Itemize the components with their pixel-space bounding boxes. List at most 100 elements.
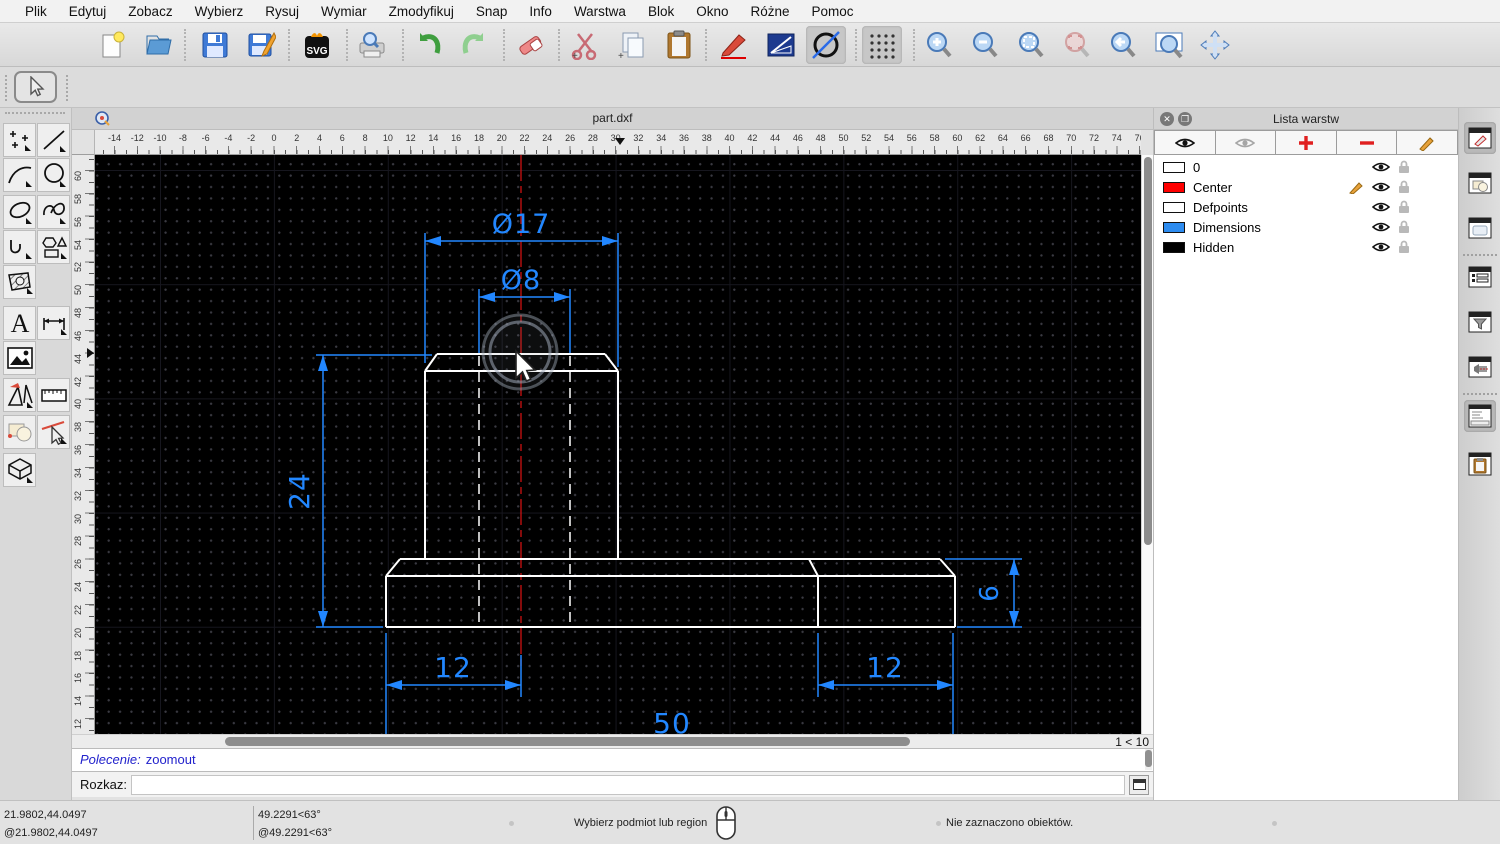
drag-handle[interactable] [5, 112, 65, 114]
history-scrollbar[interactable] [1145, 749, 1152, 770]
text-tool[interactable]: A [3, 306, 36, 340]
redo-icon[interactable] [455, 26, 495, 64]
layer-visibility-icon[interactable] [1372, 241, 1390, 253]
print-preview-icon[interactable] [352, 26, 392, 64]
menu-item[interactable]: Różne [740, 4, 801, 19]
zoom-in-icon[interactable] [919, 26, 959, 64]
zoom-pan-icon[interactable] [1195, 26, 1235, 64]
export-svg-icon[interactable]: SVG [297, 26, 337, 64]
layer-lock-icon[interactable] [1398, 220, 1410, 234]
pen-attributes-icon[interactable] [714, 26, 754, 64]
layer-color-swatch[interactable] [1163, 161, 1185, 173]
menu-item[interactable]: Plik [14, 4, 58, 19]
hatch-tool[interactable] [3, 265, 36, 299]
dimension-tool[interactable] [37, 306, 70, 340]
layer-list-dock-button[interactable] [1464, 122, 1496, 154]
menu-item[interactable]: Snap [465, 4, 519, 19]
history-scrollbar-thumb[interactable] [1145, 750, 1152, 767]
command-widget-dock-button[interactable] [1464, 400, 1496, 432]
layer-visibility-icon[interactable] [1372, 181, 1390, 193]
menu-item[interactable]: Edytuj [58, 4, 118, 19]
entity-list-dock-button[interactable] [1464, 261, 1496, 293]
line-tool[interactable] [37, 123, 70, 157]
zoom-out-icon[interactable] [965, 26, 1005, 64]
layer-visibility-icon[interactable] [1372, 161, 1390, 173]
measure-tool[interactable] [37, 378, 70, 412]
drag-handle[interactable] [5, 75, 7, 101]
layer-row[interactable]: Dimensions [1154, 217, 1458, 237]
undo-icon[interactable] [408, 26, 448, 64]
horizontal-scrollbar[interactable]: 1 < 10 [72, 734, 1153, 749]
entity-filter-dock-button[interactable] [1464, 306, 1496, 338]
vertical-scrollbar-thumb[interactable] [1143, 157, 1152, 545]
layer-color-swatch[interactable] [1163, 221, 1185, 233]
save-as-icon[interactable] [242, 26, 282, 64]
view-3d-dock-button[interactable] [1464, 351, 1496, 383]
layer-lock-icon[interactable] [1398, 180, 1410, 194]
line-attributes-icon[interactable] [761, 26, 801, 64]
menu-item[interactable]: Wybierz [184, 4, 255, 19]
layer-color-swatch[interactable] [1163, 201, 1185, 213]
layer-row[interactable]: 0 [1154, 157, 1458, 177]
library-browser-dock-button[interactable] [1464, 212, 1496, 244]
layer-lock-icon[interactable] [1398, 200, 1410, 214]
save-icon[interactable] [195, 26, 235, 64]
keyboard-toggle-button[interactable] [1129, 774, 1149, 795]
solid-tool[interactable] [3, 453, 36, 487]
select-tool[interactable] [37, 415, 70, 449]
menu-item[interactable]: Zmodyfikuj [378, 4, 465, 19]
polygon-tool[interactable] [37, 230, 70, 264]
spline-tool[interactable] [37, 195, 70, 229]
vertical-scrollbar[interactable] [1141, 155, 1153, 734]
layer-row[interactable]: Center [1154, 177, 1458, 197]
zoom-selection-icon[interactable] [1057, 26, 1097, 64]
grid-toggle-icon[interactable] [862, 26, 902, 64]
drawing-canvas[interactable]: Ø17 Ø8 24 12 12 50 6 [95, 155, 1141, 734]
horizontal-scrollbar-thumb[interactable] [225, 737, 910, 746]
layer-lock-icon[interactable] [1398, 240, 1410, 254]
menu-item[interactable]: Okno [685, 4, 739, 19]
hide-all-layers-button[interactable] [1215, 130, 1277, 155]
image-tool[interactable] [3, 341, 36, 375]
menu-item[interactable]: Blok [637, 4, 685, 19]
drag-handle[interactable] [66, 75, 68, 101]
layer-lock-icon[interactable] [1398, 160, 1410, 174]
open-file-icon[interactable] [140, 26, 180, 64]
menu-item[interactable]: Pomoc [801, 4, 865, 19]
copy-icon[interactable]: + [612, 26, 652, 64]
ellipse-tool[interactable] [3, 195, 36, 229]
edit-layer-button[interactable] [1397, 130, 1458, 155]
add-layer-button[interactable] [1276, 130, 1337, 155]
zoom-previous-icon[interactable] [1103, 26, 1143, 64]
delete-icon[interactable] [510, 26, 550, 64]
clipboard-dock-button[interactable] [1464, 448, 1496, 480]
layer-visibility-icon[interactable] [1372, 221, 1390, 233]
paste-icon[interactable] [659, 26, 699, 64]
menu-item[interactable]: Warstwa [563, 4, 637, 19]
menu-item[interactable]: Zobacz [117, 4, 183, 19]
layer-row[interactable]: Hidden [1154, 237, 1458, 257]
layer-color-swatch[interactable] [1163, 181, 1185, 193]
block-list-dock-button[interactable] [1464, 167, 1496, 199]
new-file-icon[interactable] [93, 26, 133, 64]
cut-icon[interactable]: + [565, 26, 605, 64]
zoom-window-icon[interactable] [1149, 26, 1189, 64]
points-tool[interactable] [3, 123, 36, 157]
menu-item[interactable]: Wymiar [310, 4, 378, 19]
select-tool-button[interactable] [14, 71, 57, 103]
menu-item[interactable]: Rysuj [254, 4, 310, 19]
modify-tool[interactable] [3, 378, 36, 412]
remove-layer-button[interactable] [1336, 130, 1398, 155]
order-tool[interactable] [3, 415, 36, 449]
menu-item[interactable]: Info [518, 4, 563, 19]
show-all-layers-button[interactable] [1154, 130, 1216, 155]
zoom-auto-icon[interactable] [1011, 26, 1051, 64]
entity-attributes-icon[interactable] [806, 26, 846, 64]
circle-tool[interactable] [37, 158, 70, 192]
layer-color-swatch[interactable] [1163, 241, 1185, 253]
layer-row[interactable]: Defpoints [1154, 197, 1458, 217]
command-input[interactable] [130, 774, 1125, 795]
arc-tool[interactable] [3, 158, 36, 192]
polyline-tool[interactable] [3, 230, 36, 264]
layer-visibility-icon[interactable] [1372, 201, 1390, 213]
